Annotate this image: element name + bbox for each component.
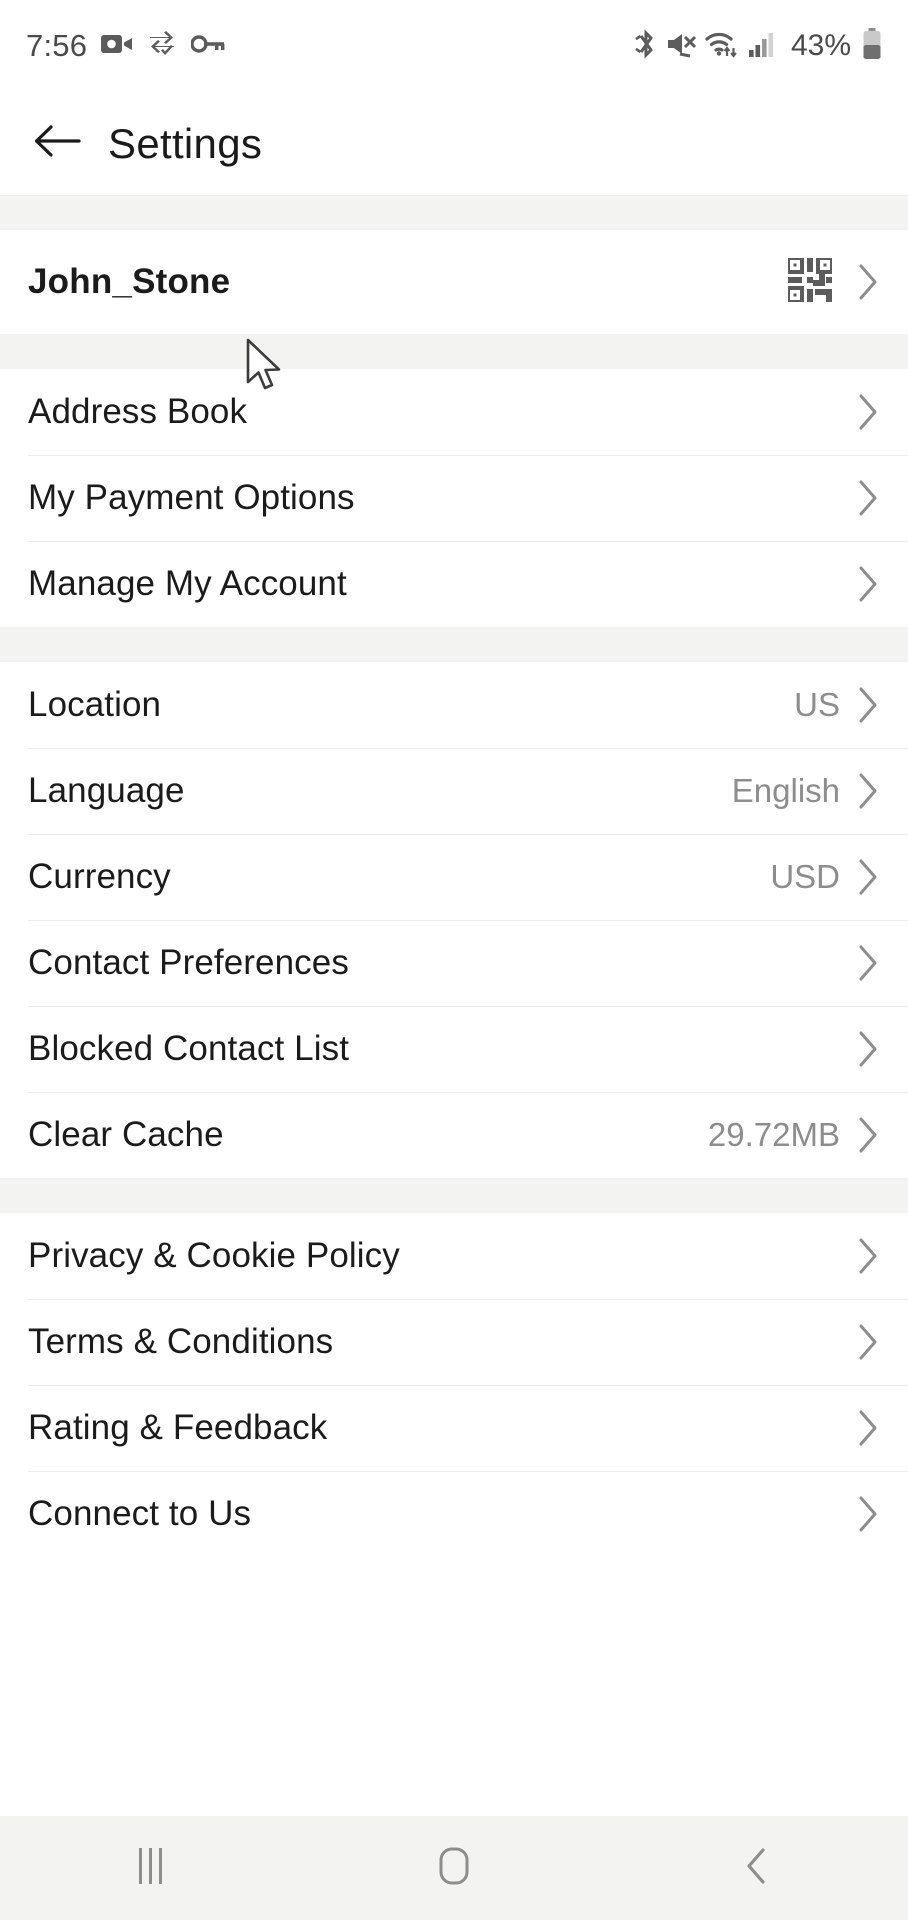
account-group: John_Stone bbox=[0, 230, 908, 334]
chevron-right-icon bbox=[858, 1323, 880, 1361]
battery-icon bbox=[862, 27, 882, 65]
row-right bbox=[858, 479, 880, 517]
android-nav-bar bbox=[0, 1816, 908, 1920]
row-rating-feedback[interactable]: Rating & Feedback bbox=[0, 1385, 908, 1471]
row-label: Currency bbox=[28, 857, 171, 896]
row-account[interactable]: John_Stone bbox=[0, 230, 908, 334]
row-right bbox=[858, 1409, 880, 1447]
row-manage-my-account[interactable]: Manage My Account bbox=[0, 541, 908, 627]
status-time: 7:56 bbox=[26, 28, 88, 63]
chevron-right-icon bbox=[858, 1030, 880, 1068]
chevron-right-icon bbox=[858, 565, 880, 603]
row-label: Connect to Us bbox=[28, 1494, 252, 1533]
row-right bbox=[858, 1030, 880, 1068]
cellular-signal-icon bbox=[748, 31, 776, 62]
row-right bbox=[858, 393, 880, 431]
account-section: Address Book My Payment Options Manage M… bbox=[0, 369, 908, 627]
chevron-right-icon bbox=[858, 263, 880, 301]
status-bar: 7:56 43% bbox=[0, 0, 908, 92]
row-right bbox=[858, 1323, 880, 1361]
row-label: Clear Cache bbox=[28, 1115, 224, 1154]
back-nav-button[interactable] bbox=[605, 1816, 908, 1920]
chevron-right-icon bbox=[858, 944, 880, 982]
chevron-right-icon bbox=[858, 1116, 880, 1154]
row-right: English bbox=[732, 772, 880, 810]
app-bar: Settings bbox=[0, 92, 908, 195]
chevron-right-icon bbox=[858, 686, 880, 724]
chevron-right-icon bbox=[858, 858, 880, 896]
battery-percent: 43% bbox=[790, 29, 851, 62]
home-icon bbox=[432, 1844, 476, 1893]
row-label: Rating & Feedback bbox=[28, 1408, 328, 1447]
volume-muted-icon bbox=[666, 30, 697, 63]
data-sync-icon bbox=[147, 30, 177, 62]
row-value: USD bbox=[770, 858, 840, 895]
back-button[interactable] bbox=[28, 115, 86, 173]
chevron-right-icon bbox=[858, 1237, 880, 1275]
chevron-right-icon bbox=[858, 393, 880, 431]
row-label: My Payment Options bbox=[28, 478, 355, 517]
chevron-right-icon bbox=[858, 1409, 880, 1447]
row-address-book[interactable]: Address Book bbox=[0, 369, 908, 455]
recents-icon bbox=[131, 1844, 171, 1893]
row-blocked-contact-list[interactable]: Blocked Contact List bbox=[0, 1006, 908, 1092]
row-right bbox=[858, 1495, 880, 1533]
row-clear-cache[interactable]: Clear Cache 29.72MB bbox=[0, 1092, 908, 1178]
row-label: Manage My Account bbox=[28, 564, 347, 603]
wifi-icon bbox=[705, 30, 739, 63]
row-my-payment-options[interactable]: My Payment Options bbox=[0, 455, 908, 541]
section-divider-band bbox=[0, 195, 908, 230]
account-row-right bbox=[786, 255, 880, 307]
recents-button[interactable] bbox=[0, 1816, 303, 1920]
status-bar-right: 43% bbox=[635, 27, 882, 65]
row-terms-conditions[interactable]: Terms & Conditions bbox=[0, 1299, 908, 1385]
row-label: Language bbox=[28, 771, 185, 810]
row-label: Privacy & Cookie Policy bbox=[28, 1236, 400, 1275]
qr-code-icon[interactable] bbox=[786, 255, 834, 307]
status-bar-left: 7:56 bbox=[26, 28, 225, 64]
row-right: 29.72MB bbox=[708, 1116, 880, 1154]
chevron-right-icon bbox=[858, 479, 880, 517]
bluetooth-icon bbox=[635, 28, 657, 65]
arrow-left-icon bbox=[33, 121, 81, 166]
legal-section: Privacy & Cookie Policy Terms & Conditio… bbox=[0, 1213, 908, 1557]
row-location[interactable]: Location US bbox=[0, 662, 908, 748]
video-camera-icon bbox=[101, 32, 133, 61]
section-divider-band bbox=[0, 334, 908, 369]
section-divider-band bbox=[0, 1178, 908, 1213]
row-label: Location bbox=[28, 685, 162, 724]
row-currency[interactable]: Currency USD bbox=[0, 834, 908, 920]
section-divider-band bbox=[0, 627, 908, 662]
row-privacy-cookie-policy[interactable]: Privacy & Cookie Policy bbox=[0, 1213, 908, 1299]
row-right bbox=[858, 944, 880, 982]
row-right: US bbox=[794, 686, 880, 724]
row-contact-preferences[interactable]: Contact Preferences bbox=[0, 920, 908, 1006]
back-chevron-icon bbox=[737, 1844, 777, 1893]
chevron-right-icon bbox=[858, 1495, 880, 1533]
row-right bbox=[858, 565, 880, 603]
page-title: Settings bbox=[108, 119, 263, 167]
row-value: US bbox=[794, 686, 840, 723]
row-label: Terms & Conditions bbox=[28, 1322, 334, 1361]
row-right: USD bbox=[770, 858, 880, 896]
row-value: English bbox=[731, 772, 840, 809]
row-label: Contact Preferences bbox=[28, 943, 349, 982]
row-right bbox=[858, 1237, 880, 1275]
row-label: Blocked Contact List bbox=[28, 1029, 350, 1068]
phone-screen: 7:56 43% Settings John_Stone Address Boo… bbox=[0, 0, 908, 1920]
row-label: Address Book bbox=[28, 392, 248, 431]
account-username: John_Stone bbox=[28, 262, 231, 301]
row-connect-to-us[interactable]: Connect to Us bbox=[0, 1471, 908, 1557]
home-button[interactable] bbox=[303, 1816, 606, 1920]
row-value: 29.72MB bbox=[707, 1116, 840, 1153]
vpn-key-icon bbox=[190, 34, 225, 58]
preferences-section: Location US Language English Currency US… bbox=[0, 662, 908, 1178]
chevron-right-icon bbox=[858, 772, 880, 810]
row-language[interactable]: Language English bbox=[0, 748, 908, 834]
